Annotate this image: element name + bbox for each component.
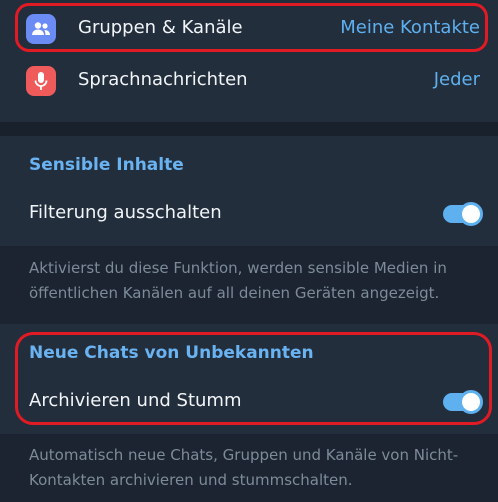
- groups-channels-row[interactable]: Gruppen & Kanäle Meine Kontakte: [0, 4, 498, 54]
- voice-messages-label: Sprachnachrichten: [78, 69, 248, 90]
- disable-filtering-label: Filterung ausschalten: [29, 202, 222, 223]
- section-divider: [0, 122, 498, 136]
- archive-mute-toggle[interactable]: [443, 390, 483, 414]
- voice-messages-value[interactable]: Jeder: [434, 69, 480, 90]
- archive-mute-row[interactable]: Archivieren und Stumm: [0, 378, 498, 426]
- toggle-knob: [459, 390, 483, 414]
- groups-channels-value[interactable]: Meine Kontakte: [340, 17, 480, 38]
- disable-filtering-row[interactable]: Filterung ausschalten: [0, 190, 498, 238]
- people-icon: [26, 14, 56, 44]
- disable-filtering-toggle[interactable]: [443, 202, 483, 226]
- sensitive-content-title: Sensible Inhalte: [29, 155, 184, 175]
- voice-messages-row[interactable]: Sprachnachrichten Jeder: [0, 56, 498, 106]
- microphone-icon: [26, 66, 56, 96]
- unknown-chats-description: Automatisch neue Chats, Gruppen und Kanä…: [29, 446, 459, 489]
- toggle-knob: [459, 202, 483, 226]
- sensitive-content-description: Aktivierst du diese Funktion, werden sen…: [29, 259, 447, 302]
- archive-mute-label: Archivieren und Stumm: [29, 390, 242, 411]
- unknown-chats-title: Neue Chats von Unbekannten: [29, 343, 314, 363]
- groups-channels-label: Gruppen & Kanäle: [78, 17, 243, 38]
